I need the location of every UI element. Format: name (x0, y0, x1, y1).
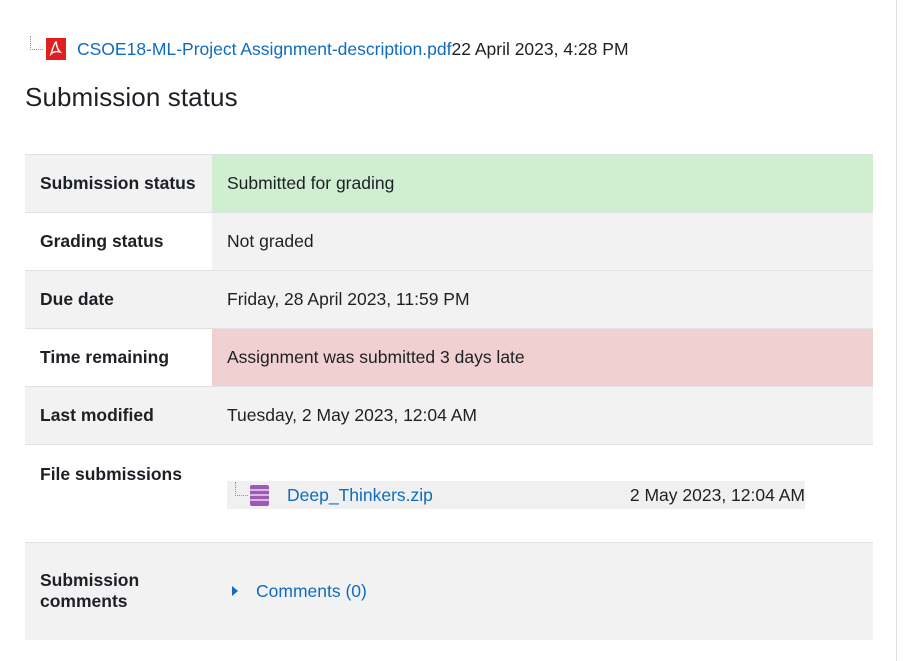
time-remaining-value: Assignment was submitted 3 days late (212, 328, 873, 387)
table-row: Submission comments Comments (0) (25, 542, 873, 640)
table-row: Submission status Submitted for grading (25, 154, 873, 213)
submitted-file: Deep_Thinkers.zip 2 May 2023, 12:04 AM (227, 481, 805, 509)
submission-comments-value: Comments (0) (212, 542, 873, 640)
row-label-last-modified: Last modified (25, 386, 212, 445)
submission-status-table: Submission status Submitted for grading … (25, 154, 873, 640)
submission-status-value: Submitted for grading (212, 154, 873, 213)
row-label-due-date: Due date (25, 270, 212, 329)
table-row: Due date Friday, 28 April 2023, 11:59 PM (25, 270, 873, 329)
file-submissions-value: Deep_Thinkers.zip 2 May 2023, 12:04 AM (212, 444, 873, 543)
table-row: Grading status Not graded (25, 212, 873, 271)
row-label-submission-comments: Submission comments (25, 542, 212, 640)
attachment-date: 22 April 2023, 4:28 PM (451, 38, 629, 59)
last-modified-value: Tuesday, 2 May 2023, 12:04 AM (212, 386, 873, 445)
page-right-border (896, 0, 897, 661)
caret-right-icon (232, 586, 238, 597)
row-label-submission-status: Submission status (25, 154, 212, 213)
assignment-attachment: CSOE18-ML-Project Assignment-description… (30, 32, 629, 66)
comments-link[interactable]: Comments (0) (256, 581, 367, 602)
row-label-file-submissions: File submissions (25, 444, 212, 543)
tree-connector (235, 482, 248, 496)
table-row: Last modified Tuesday, 2 May 2023, 12:04… (25, 386, 873, 445)
archive-icon (250, 484, 269, 506)
table-row: Time remaining Assignment was submitted … (25, 328, 873, 387)
due-date-value: Friday, 28 April 2023, 11:59 PM (212, 270, 873, 329)
table-row: File submissions Deep_Thinkers.zip 2 May… (25, 444, 873, 543)
grading-status-value: Not graded (212, 212, 873, 271)
section-heading: Submission status (25, 82, 238, 112)
tree-connector (30, 36, 43, 50)
pdf-icon (46, 38, 66, 60)
row-label-time-remaining: Time remaining (25, 328, 212, 387)
attachment-link[interactable]: CSOE18-ML-Project Assignment-description… (77, 39, 451, 60)
comments-toggle[interactable]: Comments (0) (227, 581, 858, 602)
submitted-file-date: 2 May 2023, 12:04 AM (629, 484, 805, 505)
row-label-grading-status: Grading status (25, 212, 212, 271)
submitted-file-link[interactable]: Deep_Thinkers.zip (287, 485, 433, 506)
